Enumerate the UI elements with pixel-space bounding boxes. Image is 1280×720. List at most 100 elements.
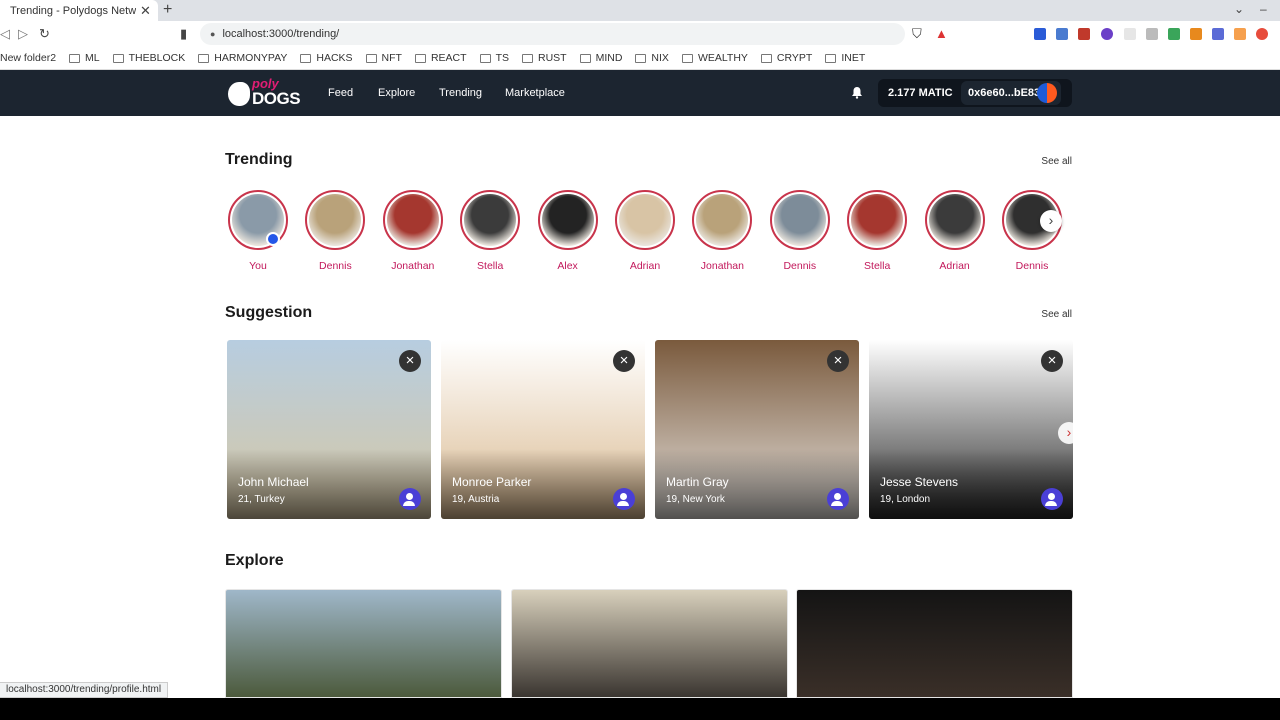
suggestion-card[interactable]: × Martin Gray 19, New York: [655, 340, 859, 519]
bookmark-folder[interactable]: NFT: [365, 52, 402, 64]
story-avatar[interactable]: [382, 190, 443, 250]
tab-search-icon[interactable]: ⌄: [1234, 2, 1244, 16]
story-item[interactable]: Dennis: [769, 190, 830, 272]
bookmarks-bar: New folder2 ML THEBLOCK HARMONYPAY HACKS…: [0, 47, 1280, 70]
add-friend-icon[interactable]: [1041, 488, 1063, 510]
story-avatar[interactable]: [769, 190, 830, 250]
extension-icon[interactable]: [1124, 28, 1136, 40]
extension-icon[interactable]: [1212, 28, 1224, 40]
tab-title: Trending - Polydogs Netw: [10, 4, 136, 17]
polydogs-logo[interactable]: poly DOGS: [228, 76, 301, 110]
extension-icon[interactable]: [1256, 28, 1268, 40]
address-bar[interactable]: ● localhost:3000/trending/: [200, 23, 905, 45]
extension-icon[interactable]: [1034, 28, 1046, 40]
forward-icon[interactable]: ▷: [18, 26, 28, 42]
bookmark-folder[interactable]: NIX: [635, 52, 669, 64]
add-friend-icon[interactable]: [399, 488, 421, 510]
suggestion-next-arrow-icon[interactable]: ›: [1058, 422, 1080, 444]
bookmark-label: ML: [85, 52, 100, 64]
minimize-icon[interactable]: –: [1260, 2, 1267, 16]
add-friend-icon[interactable]: [613, 488, 635, 510]
story-item[interactable]: Adrian: [615, 190, 675, 272]
reload-icon[interactable]: ↻: [39, 26, 50, 42]
card-meta: 19, New York: [666, 494, 725, 505]
browser-chrome: Trending - Polydogs Netw ✕ + ⌄ – ◁ ▷ ↻ ▮…: [0, 0, 1280, 70]
story-avatar[interactable]: [228, 190, 288, 250]
new-tab-button[interactable]: +: [163, 1, 172, 19]
bookmark-folder[interactable]: CRYPT: [760, 52, 812, 64]
wallet-address-button[interactable]: 0x6e60...bE83: [961, 81, 1061, 105]
story-avatar[interactable]: [924, 190, 985, 250]
card-name: John Michael: [238, 475, 309, 489]
story-item[interactable]: Alex: [537, 190, 598, 272]
dog-logo-icon: [228, 82, 250, 106]
camera-extension-icon[interactable]: [1146, 28, 1158, 40]
browser-tab[interactable]: Trending - Polydogs Netw ✕: [0, 0, 158, 21]
story-item[interactable]: Stella: [847, 190, 908, 272]
nav-explore[interactable]: Explore: [378, 87, 415, 99]
extension-icon[interactable]: [1168, 28, 1180, 40]
story-item[interactable]: Jonathan: [382, 190, 443, 272]
bell-icon[interactable]: [851, 86, 863, 99]
metamask-icon[interactable]: [1190, 28, 1202, 40]
nav-feed[interactable]: Feed: [328, 87, 353, 99]
back-icon[interactable]: ◁: [0, 26, 10, 42]
explore-tile[interactable]: [510, 589, 788, 698]
suggestion-card[interactable]: × Jesse Stevens 19, London: [869, 340, 1073, 519]
bookmark-folder[interactable]: REACT: [414, 52, 467, 64]
story-avatar[interactable]: [847, 190, 908, 250]
story-item[interactable]: Jonathan: [692, 190, 753, 272]
story-avatar[interactable]: [692, 190, 753, 250]
nav-marketplace[interactable]: Marketplace: [505, 87, 565, 99]
bookmark-folder[interactable]: TS: [479, 52, 509, 64]
story-item[interactable]: › Dennis: [1002, 190, 1062, 272]
bookmark-item[interactable]: New folder2: [0, 52, 56, 64]
story-item[interactable]: Stella: [460, 190, 521, 272]
suggestion-card[interactable]: × Monroe Parker 19, Austria: [441, 340, 645, 519]
story-item[interactable]: Adrian: [924, 190, 985, 272]
dismiss-icon[interactable]: ×: [613, 350, 635, 372]
info-icon[interactable]: ●: [210, 29, 215, 39]
save-extension-icon[interactable]: [1056, 28, 1068, 40]
suggestion-card[interactable]: × John Michael 21, Turkey: [227, 340, 431, 519]
brave-shield-icon[interactable]: ⛉: [912, 26, 922, 42]
dismiss-icon[interactable]: ×: [399, 350, 421, 372]
bookmark-folder[interactable]: HACKS: [300, 52, 353, 64]
bookmark-label: INET: [841, 52, 866, 64]
story-item[interactable]: Dennis: [305, 190, 366, 272]
explore-tile[interactable]: [225, 589, 502, 698]
dismiss-icon[interactable]: ×: [827, 350, 849, 372]
bookmark-folder[interactable]: RUST: [521, 52, 567, 64]
stories-next-arrow-icon[interactable]: ›: [1040, 210, 1062, 232]
add-friend-icon[interactable]: [827, 488, 849, 510]
add-story-icon[interactable]: [266, 232, 280, 246]
nav-trending[interactable]: Trending: [439, 87, 482, 99]
extension-icon[interactable]: [1101, 28, 1113, 40]
explore-tile[interactable]: [796, 589, 1073, 698]
bookmark-folder[interactable]: MIND: [579, 52, 622, 64]
dismiss-icon[interactable]: ×: [1041, 350, 1063, 372]
bookmark-folder[interactable]: THEBLOCK: [112, 52, 185, 64]
bookmark-folder[interactable]: WEALTHY: [681, 52, 748, 64]
bookmark-icon[interactable]: ▮: [180, 26, 187, 42]
bookmark-folder[interactable]: INET: [825, 52, 865, 64]
extension-icon[interactable]: [1078, 28, 1090, 40]
story-avatar[interactable]: [537, 190, 598, 250]
story-avatar[interactable]: [460, 190, 521, 250]
story-avatar[interactable]: [615, 190, 675, 250]
close-tab-icon[interactable]: ✕: [140, 3, 151, 19]
folder-icon: [365, 53, 377, 63]
trending-see-all-link[interactable]: See all: [1041, 156, 1072, 167]
folder-icon: [521, 53, 533, 63]
wallet-widget[interactable]: 2.177 MATIC 0x6e60...bE83: [878, 79, 1072, 107]
bookmark-folder[interactable]: HARMONYPAY: [198, 52, 287, 64]
extension-icon[interactable]: [1234, 28, 1246, 40]
story-avatar[interactable]: ›: [1002, 190, 1062, 250]
bookmark-folder[interactable]: ML: [69, 52, 100, 64]
story-avatar[interactable]: [305, 190, 366, 250]
suggestion-see-all-link[interactable]: See all: [1041, 309, 1072, 320]
brave-rewards-icon[interactable]: ▲: [935, 26, 948, 41]
story-item[interactable]: You: [228, 190, 288, 272]
card-name: Monroe Parker: [452, 475, 532, 489]
url-text: localhost:3000/trending/: [222, 28, 340, 40]
